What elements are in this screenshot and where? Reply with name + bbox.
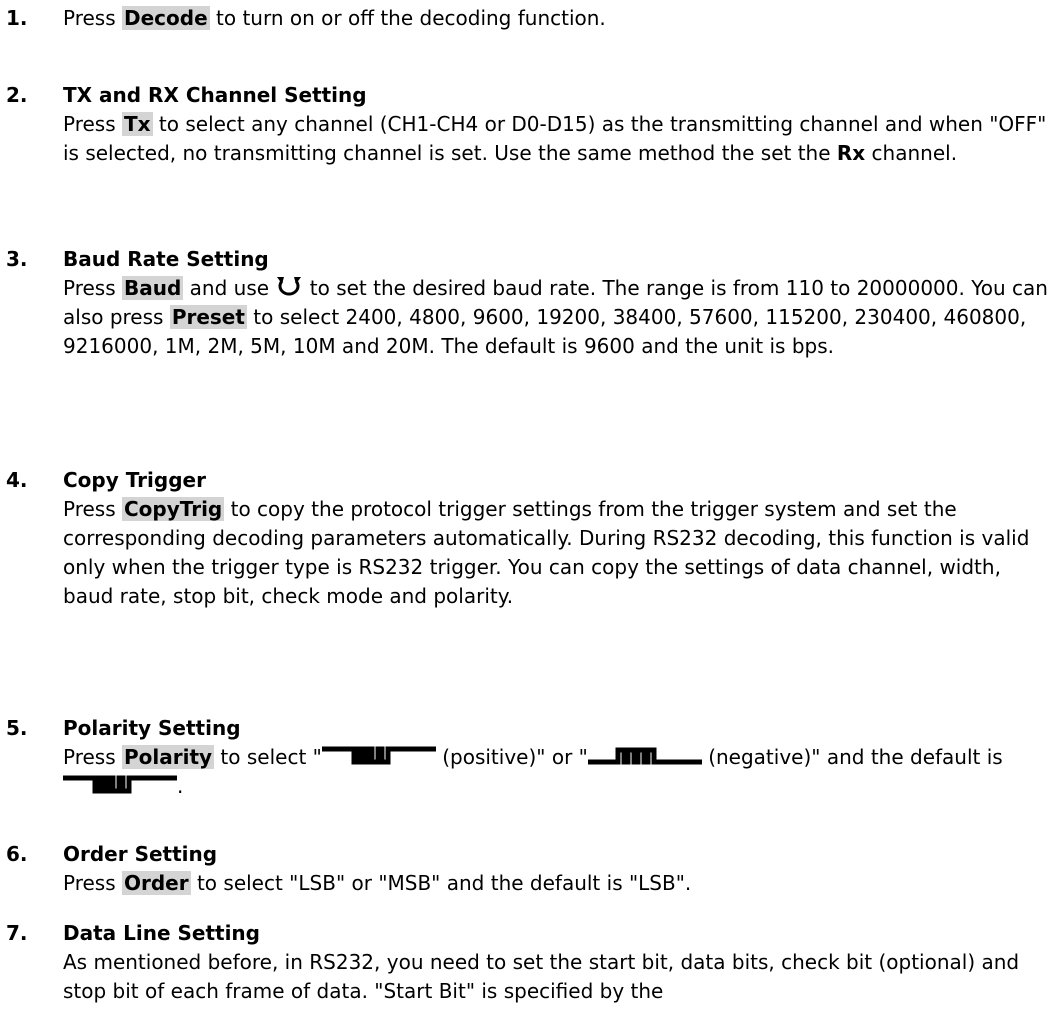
step-body: As mentioned before, in RS232, you need … [63, 950, 1020, 1003]
step-body: Press Order to select "LSB" or "MSB" and… [63, 871, 692, 895]
multipurpose-knob-icon [275, 275, 303, 297]
step-1: 1. Press Decode to turn on or off the de… [0, 4, 1050, 33]
decode-key: Decode [122, 6, 210, 30]
step-number: 7. [6, 921, 28, 945]
positive-polarity-icon [321, 746, 436, 766]
step-title: Data Line Setting [63, 921, 260, 945]
step-number: 3. [6, 247, 28, 271]
negative-polarity-icon [587, 746, 702, 766]
step-number: 6. [6, 842, 28, 866]
step-body: Press Tx to select any channel (CH1-CH4 … [63, 112, 1047, 165]
step-5: 5. Polarity Setting Press Polarity to se… [0, 714, 1050, 801]
step-number: 4. [6, 468, 28, 492]
step-title: Baud Rate Setting [63, 247, 269, 271]
step-number: 5. [6, 716, 28, 740]
preset-key: Preset [169, 305, 247, 329]
step-title: Copy Trigger [63, 468, 206, 492]
order-key: Order [122, 871, 191, 895]
tx-key: Tx [122, 112, 153, 136]
step-number: 1. [6, 6, 28, 30]
step-2: 2. TX and RX Channel Setting Press Tx to… [0, 81, 1050, 168]
step-4: 4. Copy Trigger Press CopyTrig to copy t… [0, 466, 1050, 611]
step-body: Press Baud and use to set the desired ba… [63, 275, 1048, 358]
step-3: 3. Baud Rate Setting Press Baud and use … [0, 245, 1050, 361]
step-title: Order Setting [63, 842, 218, 866]
step-6: 6. Order Setting Press Order to select "… [0, 840, 1050, 898]
step-number: 2. [6, 83, 28, 107]
step-body: Press Polarity to select " (positive)" o… [63, 745, 1003, 798]
step-7: 7. Data Line Setting As mentioned before… [0, 919, 1050, 1006]
baud-key: Baud [122, 276, 184, 300]
step-body: Press Decode to turn on or off the decod… [63, 6, 606, 30]
step-body: Press CopyTrig to copy the protocol trig… [63, 497, 1030, 608]
positive-polarity-icon [63, 775, 177, 795]
polarity-key: Polarity [122, 745, 215, 769]
step-title: TX and RX Channel Setting [63, 83, 367, 107]
rx-key: Rx [836, 141, 866, 165]
step-title: Polarity Setting [63, 716, 241, 740]
manual-page: 1. Press Decode to turn on or off the de… [0, 0, 1056, 1031]
copytrig-key: CopyTrig [122, 497, 225, 521]
